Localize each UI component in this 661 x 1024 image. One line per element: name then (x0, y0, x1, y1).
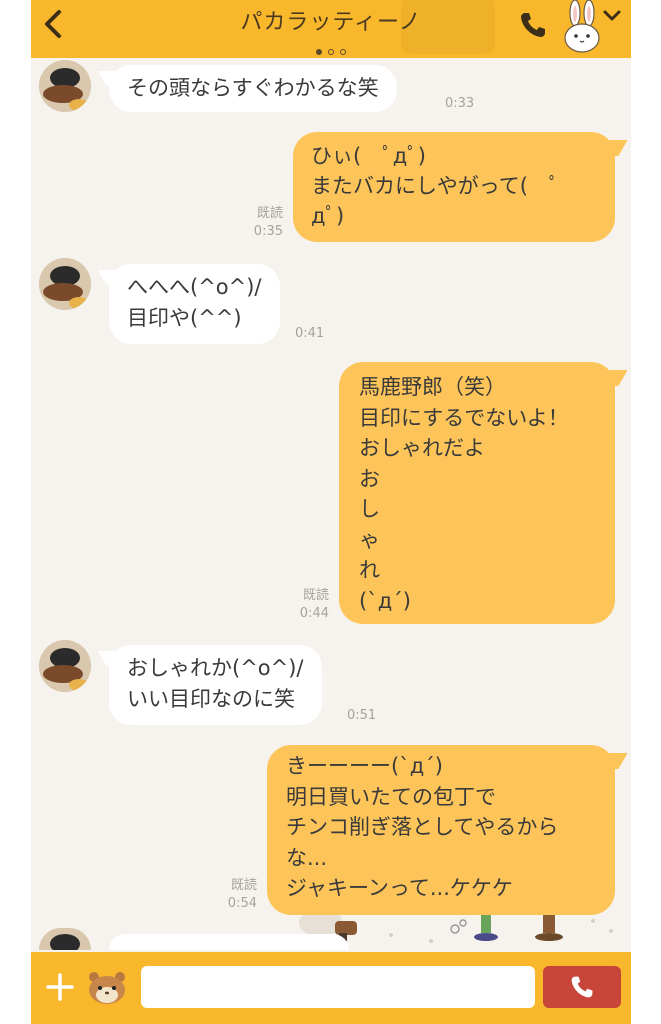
message-bubble-outgoing[interactable]: 馬鹿野郎（笑） 目印にするでないよ！ おしゃれだよ お し ゃ れ (`д´) (339, 362, 615, 624)
back-button[interactable] (39, 6, 69, 42)
avatar[interactable] (39, 258, 91, 310)
add-button[interactable] (45, 972, 75, 1002)
message-bubble-incoming-partial (109, 934, 349, 950)
read-receipt: 既読 (256, 206, 283, 221)
voice-call-button[interactable] (543, 966, 621, 1008)
read-receipt: 既読 (230, 878, 257, 893)
message-bubble-incoming[interactable]: その頭ならすぐわかるな笑 (109, 65, 397, 112)
message-bubble-outgoing[interactable]: ひぃ( ﾟдﾟ) またバカにしやがって( ﾟ дﾟ) (293, 132, 615, 242)
avatar[interactable] (39, 640, 91, 692)
phone-icon (521, 13, 545, 37)
sticker-button[interactable] (86, 968, 128, 1006)
message-bubble-outgoing[interactable]: きーーーー(`д´) 明日買いたての包丁で チンコ削ぎ落としてやるから な...… (267, 745, 615, 915)
chat-title: パカラッティーノ (240, 10, 422, 35)
read-receipt: 既読 (302, 588, 329, 603)
message-bubble-incoming[interactable]: おしゃれか(^o^)/ いい目印なのに笑 (109, 645, 322, 725)
phone-icon (571, 976, 593, 998)
chat-header: パカラッティーノ (31, 0, 631, 58)
avatar[interactable] (39, 60, 91, 112)
menu-toggle[interactable] (603, 8, 621, 24)
input-bar (31, 952, 631, 1024)
hamster-icon (89, 972, 125, 1004)
page-indicator (31, 40, 631, 55)
message-time: 0:44 (299, 606, 329, 621)
avatar-photo (39, 60, 91, 112)
chevron-down-icon (603, 10, 621, 21)
message-time: 0:41 (295, 326, 325, 341)
chat-app: パカラッティーノ その頭ならすぐわかるな笑 0:33 既読 0:35 ひぃ(ﾟ… (31, 0, 631, 1024)
chevron-left-icon (45, 10, 61, 38)
message-time: 0:51 (347, 708, 377, 723)
avatar-photo (39, 640, 91, 692)
plus-icon (46, 973, 74, 1001)
message-input[interactable] (141, 966, 535, 1008)
message-bubble-incoming[interactable]: へへへ(^o^)/ 目印や(^^) (109, 264, 280, 344)
message-time: 0:33 (445, 96, 475, 111)
page-dot (340, 49, 346, 55)
profile-button[interactable] (561, 0, 605, 54)
avatar-photo (39, 258, 91, 310)
rabbit-icon (564, 0, 600, 53)
message-time: 0:35 (253, 224, 283, 239)
page-dot (316, 49, 322, 55)
page-dot (328, 49, 334, 55)
call-button[interactable] (518, 10, 548, 40)
